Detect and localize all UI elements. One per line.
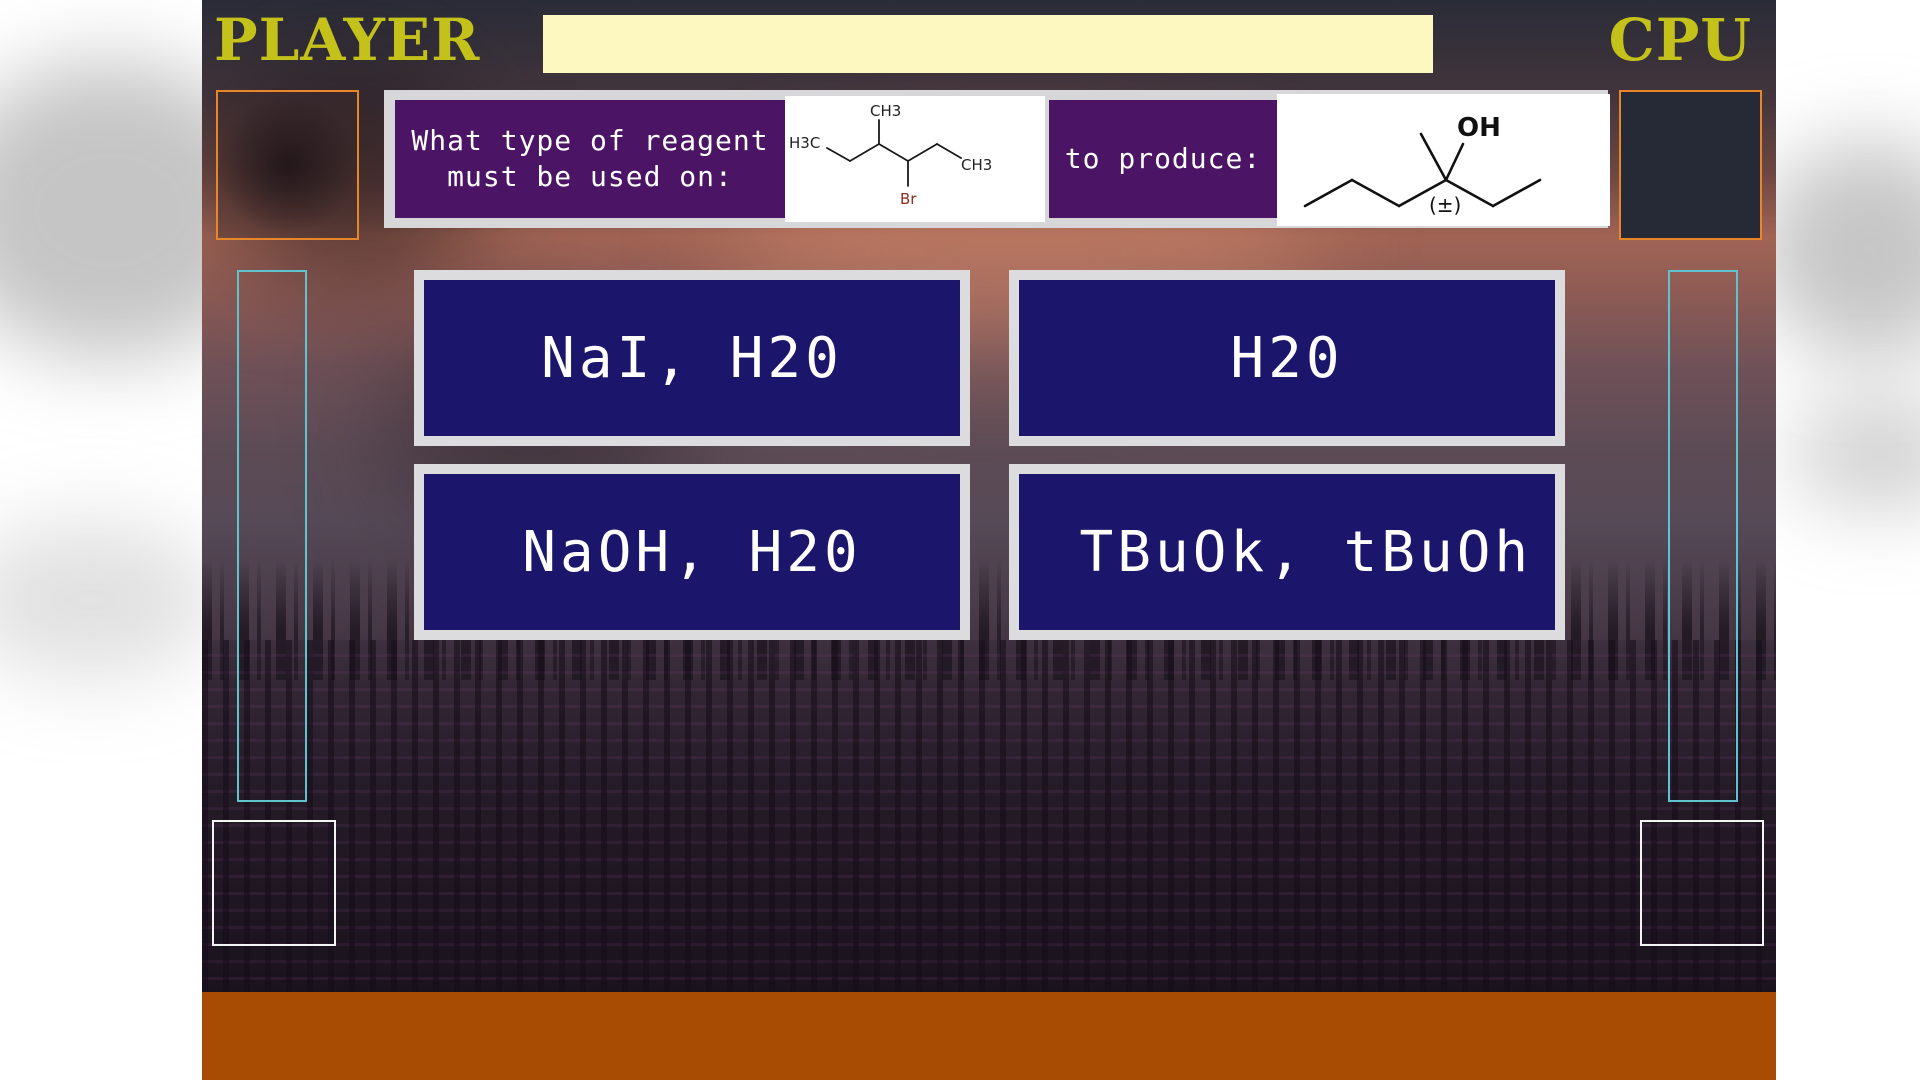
- answer-button-b[interactable]: H20: [1009, 270, 1565, 446]
- reactant-structure-drawing: CH3 H3C CH3 Br: [789, 102, 992, 208]
- city-ground: [202, 640, 1776, 995]
- answer-button-c[interactable]: NaOH, H20: [414, 464, 970, 640]
- product-structure-image: OH (±): [1277, 94, 1610, 226]
- status-bar: [543, 15, 1433, 73]
- question-suffix: to produce:: [1049, 100, 1277, 218]
- cpu-health-bar: [1668, 270, 1738, 802]
- cpu-avatar: [1619, 90, 1762, 240]
- product-stereo-label: (±): [1429, 193, 1461, 217]
- reactant-atom-label: H3C: [789, 134, 820, 152]
- player-label: PLAYER: [214, 6, 481, 74]
- reactant-atom-label: CH3: [961, 156, 992, 174]
- product-structure-drawing: OH (±): [1303, 113, 1542, 217]
- answer-button-d[interactable]: TBuOk, tBuOh: [1009, 464, 1565, 640]
- bottom-bar: [202, 992, 1776, 1080]
- answer-button-a[interactable]: NaI, H20: [414, 270, 970, 446]
- cpu-label: CPU: [1608, 6, 1752, 74]
- cpu-item-slot: [1640, 820, 1764, 946]
- player-avatar: [216, 90, 359, 240]
- reactant-atom-label: CH3: [870, 102, 901, 120]
- product-atom-label: OH: [1457, 113, 1501, 143]
- reactant-atom-label: Br: [900, 190, 917, 208]
- background-smudge: [1760, 140, 1920, 360]
- player-item-slot: [212, 820, 336, 946]
- background-smudge: [1790, 400, 1920, 510]
- game-screen: PLAYER CPU What type of reagent must be …: [202, 0, 1776, 1080]
- player-health-bar: [237, 270, 307, 802]
- question-prefix: What type of reagent must be used on:: [395, 100, 785, 218]
- background-smudge: [0, 520, 220, 680]
- question-panel: What type of reagent must be used on: CH…: [384, 90, 1610, 228]
- reactant-structure-image: CH3 H3C CH3 Br: [785, 96, 1045, 222]
